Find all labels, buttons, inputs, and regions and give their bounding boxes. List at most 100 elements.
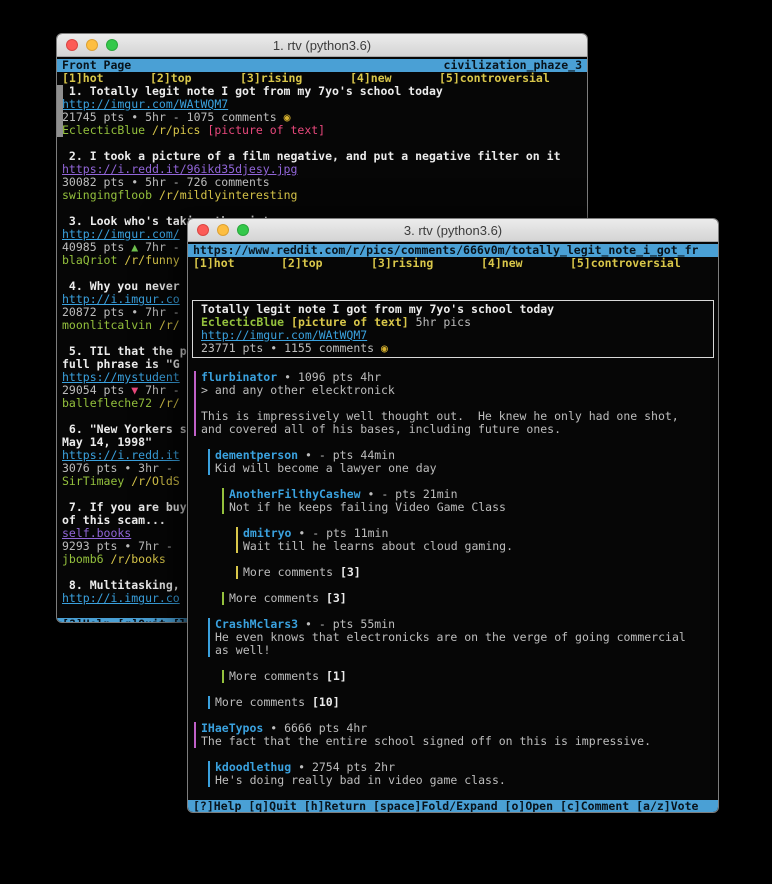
comment-author[interactable]: kdoodlethug (215, 760, 291, 774)
comment[interactable]: kdoodlethug • 2754 pts 2hr He's doing re… (208, 761, 718, 787)
comment-body: He even knows that electronicks are on t… (215, 631, 686, 644)
post-meta: 7hr - (131, 539, 179, 553)
comment-body: as well! (215, 644, 686, 657)
window-title: 1. rtv (python3.6) (273, 38, 371, 53)
titlebar-front[interactable]: 3. rtv (python3.6) (188, 219, 718, 242)
post-link[interactable]: http://imgur.com/WAtWQM7 (62, 97, 228, 111)
traffic-lights (197, 224, 249, 236)
comment-author[interactable]: AnotherFilthyCashew (229, 487, 361, 501)
more-comments[interactable]: More comments [3] (222, 592, 718, 605)
post-subreddit[interactable]: /r/ (152, 318, 180, 332)
post-points: 9293 pts (62, 539, 124, 553)
post-link[interactable]: https://i.redd.it/96ikd35djesy.jpg (62, 162, 297, 176)
close-button[interactable] (197, 224, 209, 236)
tab-controversial[interactable]: [5]controversial (439, 72, 550, 85)
post-subreddit[interactable]: /r/funny (117, 253, 179, 267)
tab-new[interactable]: [4]new (481, 257, 523, 270)
post-link[interactable]: https://i.redd.it (62, 448, 180, 462)
comment-meta: • 1096 pts 4hr (277, 370, 381, 384)
post-author[interactable]: swingingfloob (62, 188, 152, 202)
more-comments-label[interactable]: More comments (215, 695, 312, 709)
post-meta: 5hr - 726 comments (138, 175, 270, 189)
post-author[interactable]: ballefleche72 (62, 396, 152, 410)
comment-author[interactable]: dmitryo (243, 526, 291, 540)
selection-cursor (57, 85, 63, 137)
comment-body: The fact that the entire school signed o… (201, 735, 651, 748)
traffic-lights (66, 39, 118, 51)
post-subreddit[interactable]: /r/mildlyinteresting (152, 188, 297, 202)
submission-flair: [picture of text] (284, 315, 409, 329)
sort-menu: [1]hot [2]top [3]rising [4]new [5]contro… (188, 257, 718, 287)
post-link[interactable]: http://imgur.com/ (62, 227, 180, 241)
post-points: 3076 pts (62, 461, 124, 475)
more-comments[interactable]: More comments [10] (208, 696, 718, 709)
gilded-icon: ◉ (284, 110, 291, 124)
comment[interactable]: AnotherFilthyCashew • - pts 21min Not if… (222, 488, 718, 514)
post-author[interactable]: SirTimaey (62, 474, 124, 488)
post-author[interactable]: jbomb6 (62, 552, 104, 566)
status-bar: [?]Help [q]Quit [h]Return [space]Fold/Ex… (188, 800, 718, 813)
comment-body: Wait till he learns about cloud gaming. (243, 540, 513, 553)
comment[interactable]: dmitryo • - pts 11min Wait till he learn… (236, 527, 718, 553)
post-points: 21745 pts (62, 110, 131, 124)
post-subreddit[interactable]: /r/books (104, 552, 166, 566)
gilded-icon: ◉ (381, 341, 388, 355)
more-comments-count: [3] (340, 565, 361, 579)
more-comments-label[interactable]: More comments (229, 591, 326, 605)
minimize-button[interactable] (217, 224, 229, 236)
post-meta: 5hr - 1075 comments (138, 110, 283, 124)
post-subreddit[interactable]: /r/OldS (124, 474, 179, 488)
comment-author[interactable]: dementperson (215, 448, 298, 462)
comment[interactable]: CrashMclars3 • - pts 55min He even knows… (208, 618, 718, 657)
submission-meta: 5hr pics (409, 315, 471, 329)
post-1[interactable]: 1. Totally legit note I got from my 7yo'… (57, 85, 587, 137)
comment[interactable]: IHaeTypos • 6666 pts 4hr The fact that t… (194, 722, 718, 748)
post-link[interactable]: http://i.imgur.co (62, 292, 180, 306)
submission-box[interactable]: Totally legit note I got from my 7yo's s… (192, 300, 714, 358)
more-comments[interactable]: More comments [1] (222, 670, 718, 683)
window-title: 3. rtv (python3.6) (404, 223, 502, 238)
zoom-button[interactable] (106, 39, 118, 51)
comment-author[interactable]: IHaeTypos (201, 721, 263, 735)
desktop: 1. rtv (python3.6) Front Page civilizati… (0, 0, 772, 884)
more-comments-label[interactable]: More comments (243, 565, 340, 579)
post-subreddit[interactable]: /r/ (152, 396, 180, 410)
post-points: 40985 pts (62, 240, 131, 254)
post-author[interactable]: blaQriot (62, 253, 117, 267)
terminal-front: https://www.reddit.com/r/pics/comments/6… (188, 242, 718, 813)
comment-quote: > and any other elecktronick (201, 384, 679, 397)
tab-top[interactable]: [2]top (281, 257, 323, 270)
post-author[interactable]: moonlitcalvin (62, 318, 152, 332)
comment-author[interactable]: flurbinator (201, 370, 277, 384)
post-link[interactable]: http://i.imgur.co (62, 591, 180, 605)
post-subreddit[interactable]: /r/pics (145, 123, 207, 137)
close-button[interactable] (66, 39, 78, 51)
minimize-button[interactable] (86, 39, 98, 51)
titlebar-back[interactable]: 1. rtv (python3.6) (57, 34, 587, 57)
window-comments[interactable]: 3. rtv (python3.6) https://www.reddit.co… (187, 218, 719, 813)
more-comments[interactable]: More comments [3] (236, 566, 718, 579)
post-meta: 7hr - (138, 240, 186, 254)
comment-meta: • - pts 44min (298, 448, 395, 462)
post-link[interactable]: https://mystudent (62, 370, 180, 384)
comment-body: He's doing really bad in video game clas… (215, 774, 506, 787)
zoom-button[interactable] (237, 224, 249, 236)
comment-body: Not if he keeps failing Video Game Class (229, 501, 506, 514)
more-comments-label[interactable]: More comments (229, 669, 326, 683)
spacer (188, 287, 718, 300)
comment[interactable]: flurbinator • 1096 pts 4hr > and any oth… (194, 371, 718, 436)
more-comments-count: [3] (326, 591, 347, 605)
post-2[interactable]: 2. I took a picture of a film negative, … (57, 150, 587, 202)
tab-rising[interactable]: [3]rising (371, 257, 433, 270)
post-points: 20872 pts (62, 305, 131, 319)
tab-controversial[interactable]: [5]controversial (570, 257, 681, 270)
post-flair: [picture of text] (207, 123, 325, 137)
comment[interactable]: dementperson • - pts 44min Kid will beco… (208, 449, 718, 475)
comment-author[interactable]: CrashMclars3 (215, 617, 298, 631)
tab-hot[interactable]: [1]hot (193, 257, 235, 270)
post-author[interactable]: EclecticBlue (62, 123, 145, 137)
comment-body: Kid will become a lawyer one day (215, 462, 437, 475)
comment-meta: • - pts 11min (291, 526, 388, 540)
post-link[interactable]: self.books (62, 526, 131, 540)
post-points: 30082 pts (62, 175, 131, 189)
